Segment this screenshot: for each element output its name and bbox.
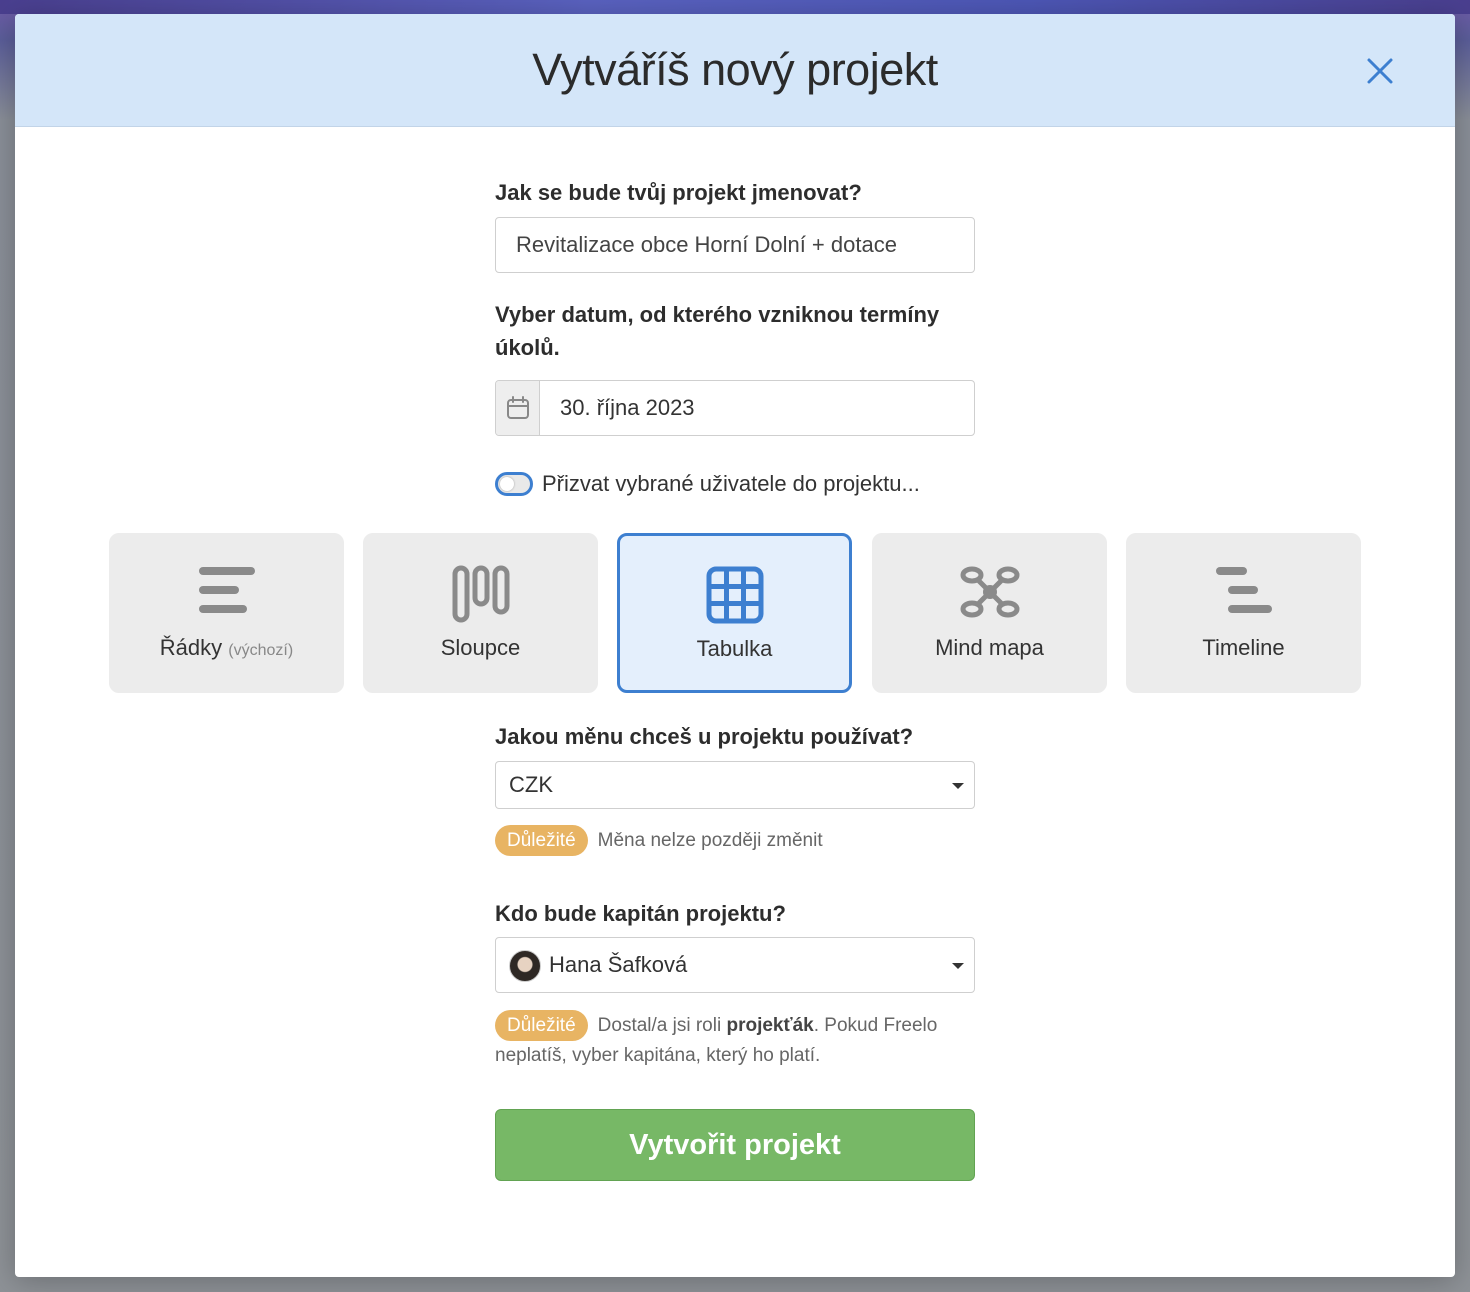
mindmap-icon (960, 566, 1019, 618)
app-backdrop (0, 0, 1470, 14)
date-picker[interactable]: 30. října 2023 (495, 380, 975, 436)
view-hint-default: (výchozí) (228, 642, 294, 659)
columns-icon (452, 565, 509, 623)
view-label-columns: Sloupce (440, 635, 521, 660)
currency-note: Důležité Měna nelze později změnit (495, 825, 823, 856)
invite-toggle-row: Přizvat vybrané uživatele do projektu... (495, 471, 920, 497)
currency-note-text: Měna nelze později změnit (597, 830, 823, 851)
view-label-mindmap: Mind mapa (935, 635, 1044, 660)
important-badge: Důležité (495, 825, 588, 856)
invite-toggle[interactable] (495, 472, 533, 496)
view-card-table[interactable]: Tabulka (617, 533, 852, 693)
view-card-timeline[interactable]: Timeline (1126, 533, 1361, 693)
important-badge: Důležité (495, 1010, 588, 1041)
modal-header: Vytváříš nový projekt (15, 14, 1455, 127)
rows-icon (198, 567, 255, 613)
view-card-rows[interactable]: Řádky (výchozí) (109, 533, 344, 693)
modal-title: Vytváříš nový projekt (532, 44, 938, 95)
name-label: Jak se bude tvůj projekt jmenovat? (495, 180, 862, 205)
view-card-mindmap[interactable]: Mind mapa (872, 533, 1107, 693)
date-label: Vyber datum, od kterého vzniknou termíny… (495, 302, 940, 360)
view-card-columns[interactable]: Sloupce (363, 533, 598, 693)
captain-note: Důležité Dostal/a jsi roli projekťák. Pok… (495, 1010, 975, 1070)
timeline-icon (1215, 567, 1272, 613)
currency-label: Jakou měnu chceš u projektu používat? (495, 724, 914, 749)
captain-label: Kdo bude kapitán projektu? (495, 901, 786, 926)
chevron-down-icon (952, 783, 964, 789)
avatar (509, 950, 541, 982)
create-project-modal: Vytváříš nový projekt Jak se bude tvůj p… (15, 14, 1455, 1277)
date-value: 30. října 2023 (560, 395, 695, 420)
view-label-timeline: Timeline (1202, 635, 1285, 660)
captain-note-role: projekťák (726, 1015, 814, 1036)
captain-note-before: Dostal/a jsi roli (597, 1015, 727, 1036)
view-label-table: Tabulka (696, 636, 773, 661)
captain-value: Hana Šafková (549, 952, 688, 977)
date-addon[interactable] (496, 381, 540, 435)
currency-select[interactable]: CZK (495, 761, 975, 809)
table-icon (706, 566, 763, 624)
toggle-knob (500, 477, 514, 491)
close-button[interactable] (1361, 52, 1399, 90)
currency-value: CZK (509, 772, 553, 797)
invite-toggle-label[interactable]: Přizvat vybrané uživatele do projektu... (542, 471, 920, 497)
chevron-down-icon (952, 963, 964, 969)
captain-select[interactable]: Hana Šafková (495, 937, 975, 993)
create-project-button[interactable]: Vytvořit projekt (495, 1109, 975, 1181)
project-name-input[interactable]: Revitalizace obce Horní Dolní + dotace (495, 217, 975, 273)
calendar-icon (506, 396, 529, 419)
view-label-rows: Řádky (159, 635, 223, 660)
view-selector: Řádky (výchozí) Sloupce Tabulka Mind map… (109, 533, 1361, 693)
close-icon (1367, 58, 1393, 84)
